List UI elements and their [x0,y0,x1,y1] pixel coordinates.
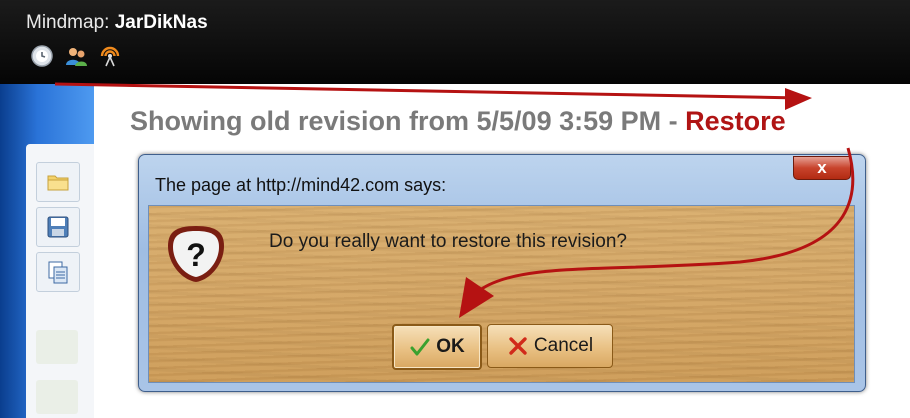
copy-document-icon [48,261,68,284]
save-disk-icon [47,216,69,238]
svg-text:?: ? [186,237,206,273]
cancel-label: Cancel [533,335,594,356]
restore-link[interactable]: Restore [685,106,786,136]
revision-notice: Showing old revision from 5/5/09 3:59 PM… [130,106,786,137]
save-button[interactable] [36,207,80,247]
disabled-tool-button [36,380,78,414]
dialog-message: Do you really want to restore this revis… [269,231,627,252]
open-button[interactable] [36,162,80,202]
open-folder-icon [47,175,69,191]
dialog-body: ? Do you really want to restore this rev… [148,205,855,383]
top-bar: Mindmap: JarDikNas [0,0,910,84]
arrowhead-icon [785,88,812,110]
top-annotation-arrow [54,82,801,100]
checkmark-icon [410,338,430,356]
app-title: Mindmap: JarDikNas [26,12,208,34]
cross-icon [509,337,527,355]
question-icon: ? [168,226,224,282]
top-toolbar [30,44,122,68]
app-title-prefix: Mindmap: [26,12,110,33]
broadcast-icon[interactable] [98,44,122,68]
ok-label: OK [436,336,465,357]
copy-button[interactable] [36,252,80,292]
clock-icon[interactable] [30,44,54,68]
dialog-title: The page at http://mind42.com says: [155,175,447,195]
ok-button[interactable]: OK [392,324,482,370]
cancel-button[interactable]: Cancel [487,324,613,368]
dialog-close-button[interactable]: x [793,156,851,180]
map-name: JarDikNas [114,12,208,33]
confirm-dialog: The page at http://mind42.com says: x ? … [138,154,866,392]
left-toolbar [0,84,94,418]
revision-text: Showing old revision from 5/5/09 3:59 PM… [130,106,686,136]
users-icon[interactable] [64,44,88,68]
left-toolbar-panel [26,144,94,418]
disabled-tool-button [36,330,78,364]
